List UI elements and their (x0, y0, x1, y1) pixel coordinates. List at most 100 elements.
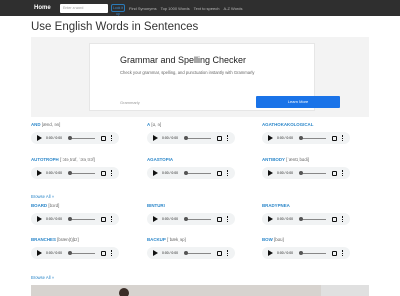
progress-knob[interactable] (68, 217, 72, 221)
play-icon[interactable] (37, 250, 42, 256)
play-icon[interactable] (153, 170, 158, 176)
nav-link-text-to-speech[interactable]: Text to speech (194, 6, 220, 11)
more-options-icon[interactable] (227, 135, 229, 141)
word-link[interactable]: BINTURI (147, 203, 165, 208)
progress-knob[interactable] (184, 171, 188, 175)
audio-player[interactable]: 0:00 / 0:00 (262, 213, 350, 225)
audio-player[interactable]: 0:00 / 0:00 (31, 167, 119, 179)
audio-player[interactable]: 0:00 / 0:00 (31, 213, 119, 225)
word-link[interactable]: A (147, 122, 150, 127)
audio-player[interactable]: 0:00 / 0:00 (147, 132, 235, 144)
more-options-icon[interactable] (111, 250, 113, 256)
progress-knob[interactable] (68, 171, 72, 175)
progress-knob[interactable] (299, 171, 303, 175)
progress-track[interactable] (69, 252, 95, 254)
play-icon[interactable] (268, 216, 273, 222)
ad-learn-more-button[interactable]: Learn More (256, 96, 340, 108)
word-link[interactable]: AND (31, 122, 41, 127)
audio-player[interactable]: 0:00 / 0:00 (147, 247, 235, 259)
progress-track[interactable] (185, 252, 211, 254)
more-options-icon[interactable] (227, 170, 229, 176)
audio-player[interactable]: 0:00 / 0:00 (147, 167, 235, 179)
browse-all-link[interactable]: Browse All » (31, 275, 54, 280)
progress-knob[interactable] (184, 136, 188, 140)
phonetic-text: [bræn(t)ʃɪz] (57, 237, 79, 242)
ad-banner[interactable]: Grammar and Spelling Checker Check your … (31, 37, 369, 117)
play-icon[interactable] (153, 250, 158, 256)
progress-track[interactable] (300, 172, 326, 174)
volume-icon[interactable] (332, 135, 337, 141)
more-options-icon[interactable] (227, 250, 229, 256)
progress-knob[interactable] (299, 217, 303, 221)
volume-icon[interactable] (101, 170, 106, 176)
volume-icon[interactable] (101, 135, 106, 141)
progress-knob[interactable] (299, 136, 303, 140)
audio-player[interactable]: 0:00 / 0:00 (31, 247, 119, 259)
play-icon[interactable] (37, 216, 42, 222)
ad-card[interactable]: Grammar and Spelling Checker Check your … (89, 43, 340, 111)
volume-icon[interactable] (332, 250, 337, 256)
word-link[interactable]: BRANCHES (31, 237, 56, 242)
word-link[interactable]: BACKUP (147, 237, 166, 242)
progress-knob[interactable] (184, 251, 188, 255)
search-button[interactable]: Look it up (111, 4, 125, 16)
play-icon[interactable] (268, 170, 273, 176)
more-options-icon[interactable] (342, 170, 344, 176)
more-options-icon[interactable] (342, 216, 344, 222)
volume-icon[interactable] (101, 250, 106, 256)
progress-track[interactable] (69, 172, 95, 174)
person-image (119, 288, 129, 296)
word-link[interactable]: BOW (262, 237, 273, 242)
play-icon[interactable] (268, 250, 273, 256)
play-icon[interactable] (37, 135, 42, 141)
nav-link-top-words[interactable]: Top 1000 Words (161, 6, 190, 11)
progress-knob[interactable] (68, 136, 72, 140)
more-options-icon[interactable] (227, 216, 229, 222)
volume-icon[interactable] (217, 250, 222, 256)
audio-player[interactable]: 0:00 / 0:00 (262, 132, 350, 144)
volume-icon[interactable] (332, 216, 337, 222)
progress-track[interactable] (300, 137, 326, 139)
browse-all-link[interactable]: Browse All » (31, 194, 54, 199)
more-options-icon[interactable] (111, 135, 113, 141)
progress-track[interactable] (300, 252, 326, 254)
progress-track[interactable] (69, 137, 95, 139)
play-icon[interactable] (153, 135, 158, 141)
more-options-icon[interactable] (111, 170, 113, 176)
word-link[interactable]: AUTOTROPH (31, 157, 59, 162)
video-thumbnail[interactable] (31, 285, 369, 296)
progress-track[interactable] (300, 218, 326, 220)
word-link[interactable]: ANTIBODY (262, 157, 285, 162)
more-options-icon[interactable] (111, 216, 113, 222)
ad-title[interactable]: Grammar and Spelling Checker (120, 55, 246, 65)
audio-player[interactable]: 0:00 / 0:00 (31, 132, 119, 144)
more-options-icon[interactable] (342, 135, 344, 141)
home-link[interactable]: Home (34, 5, 60, 11)
word-link[interactable]: BRADYPNEA (262, 203, 290, 208)
volume-icon[interactable] (217, 216, 222, 222)
nav-link-synonyms[interactable]: Find Synonyms (129, 6, 157, 11)
volume-icon[interactable] (217, 135, 222, 141)
audio-player[interactable]: 0:00 / 0:00 (262, 167, 350, 179)
more-options-icon[interactable] (342, 250, 344, 256)
play-icon[interactable] (37, 170, 42, 176)
volume-icon[interactable] (332, 170, 337, 176)
play-icon[interactable] (153, 216, 158, 222)
volume-icon[interactable] (101, 216, 106, 222)
word-link[interactable]: AGATHOKAKOLOGICAL (262, 122, 313, 127)
progress-knob[interactable] (299, 251, 303, 255)
nav-link-a-z-words[interactable]: A-Z Words (223, 6, 242, 11)
progress-knob[interactable] (184, 217, 188, 221)
audio-player[interactable]: 0:00 / 0:00 (262, 247, 350, 259)
word-link[interactable]: BOARD (31, 203, 47, 208)
progress-knob[interactable] (68, 251, 72, 255)
word-link[interactable]: AGASTOPIA (147, 157, 173, 162)
play-icon[interactable] (268, 135, 273, 141)
progress-track[interactable] (185, 137, 211, 139)
audio-player[interactable]: 0:00 / 0:00 (147, 213, 235, 225)
progress-track[interactable] (69, 218, 95, 220)
volume-icon[interactable] (217, 170, 222, 176)
progress-track[interactable] (185, 218, 211, 220)
search-input[interactable]: Enter a word (60, 3, 108, 13)
progress-track[interactable] (185, 172, 211, 174)
